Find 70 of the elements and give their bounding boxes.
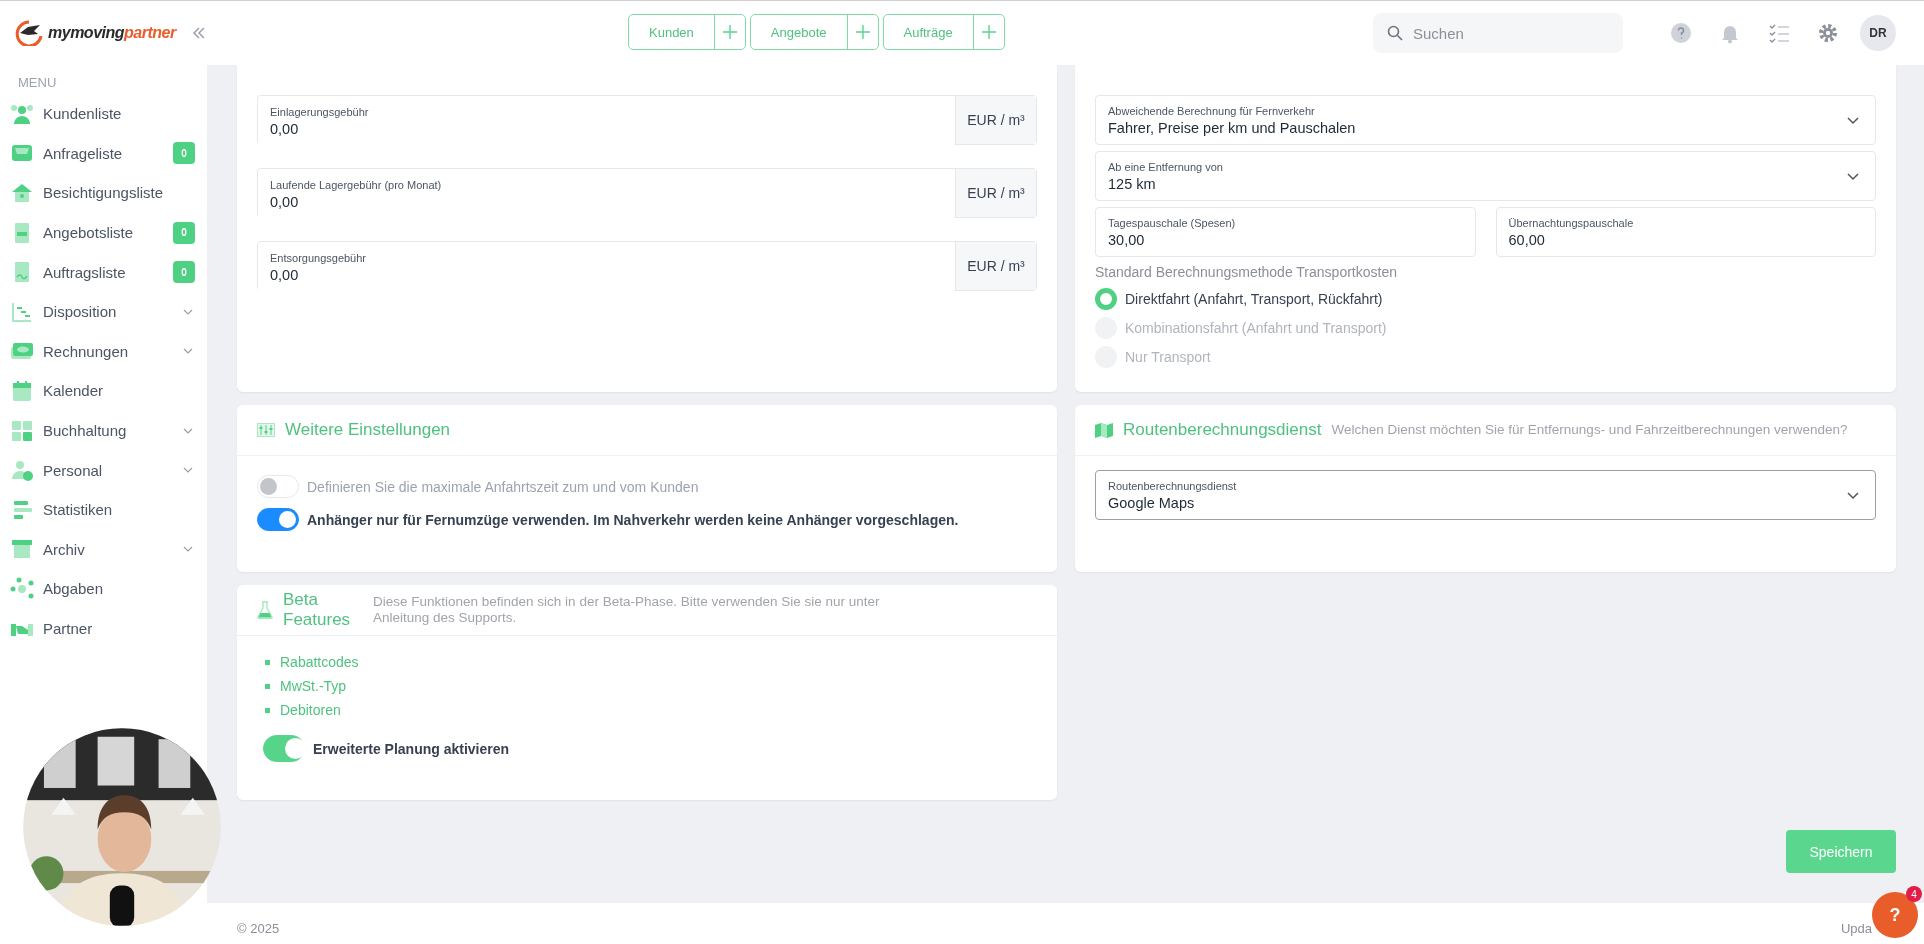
sidebar-item[interactable]: Auftragsliste 0	[9, 252, 197, 292]
chevron-down-icon	[1847, 492, 1859, 500]
settings-icon[interactable]	[1817, 22, 1839, 44]
select-field[interactable]: Ab eine Entfernung von 125 km	[1095, 151, 1876, 201]
input-field[interactable]: Tagespauschale (Spesen) 30,00	[1095, 207, 1476, 257]
toggle-label: Erweiterte Planung aktivieren	[313, 740, 510, 757]
method-heading: Standard Berechnungsmethode Transportkosten	[1095, 264, 1398, 280]
count-badge: 0	[173, 221, 195, 244]
toggle-switch[interactable]	[257, 508, 299, 531]
chevron-down-icon	[1847, 117, 1859, 125]
radio-label: Nur Transport	[1125, 348, 1211, 365]
copyright-text: © 2025	[237, 921, 280, 936]
toggle-label: Anhänger nur für Fernumzüge verwenden. Im Nahverkehr werden keine Anhänger vorgeschlagen.	[307, 511, 959, 528]
menu-heading: MENU	[18, 75, 58, 90]
footer-text: Upda	[1840, 921, 1872, 936]
sidebar-item[interactable]: Disposition	[9, 291, 197, 332]
card-description: Diese Funktionen befinden sich in der Beta-Phase. Bitte verwenden Sie sie nur unter Anleitung des Supports.	[373, 594, 881, 626]
sidebar-item[interactable]: Besichtigungsliste	[9, 173, 197, 213]
sidebar-item[interactable]: Kundenliste	[9, 94, 197, 134]
checklist-icon[interactable]	[1768, 22, 1790, 44]
select-field[interactable]: Abweichende Berechnung für Fernverkehr Fahrer, Preise per km und Pauschalen	[1095, 95, 1876, 145]
map-icon	[1095, 422, 1113, 438]
sidebar-item[interactable]: Anfrageliste 0	[9, 133, 197, 174]
count-badge: 0	[173, 261, 195, 284]
input-field[interactable]: Einlagerungsgebühr 0,00	[258, 96, 955, 146]
notification-badge: 4	[1906, 886, 1922, 902]
card-description: Welchen Dienst möchten Sie für Entfernungs- und Fahrzeitberechnungen verwenden?	[1331, 422, 1848, 438]
sidebar-item[interactable]: Kalender	[9, 371, 197, 411]
sliders-icon	[257, 423, 275, 437]
input-field[interactable]: Übernachtungspauschale 60,00	[1495, 207, 1876, 257]
network-icon	[9, 576, 35, 601]
bullet-icon	[265, 683, 270, 689]
sidebar-item[interactable]: Angebotsliste 0	[9, 212, 197, 253]
collapse-icon[interactable]	[191, 26, 206, 40]
bullet-icon	[265, 659, 270, 665]
card-title: Weitere Einstellungen	[285, 420, 451, 440]
plus-icon	[854, 24, 871, 40]
bullet-icon	[265, 707, 270, 713]
help-icon[interactable]	[1670, 22, 1692, 44]
user-avatar[interactable]: DR	[1860, 15, 1896, 51]
unit-addon: EUR / m³	[955, 242, 1036, 290]
person-clock-icon	[9, 458, 35, 483]
radio-label: Direktfahrt (Anfahrt, Transport, Rückfahrt)	[1125, 290, 1383, 307]
plus-icon	[721, 24, 738, 40]
sidebar-item[interactable]: Personal	[9, 450, 197, 490]
radio-label: Kombinationsfahrt (Anfahrt und Transport)	[1125, 319, 1387, 336]
sidebar-item[interactable]: Archiv	[9, 529, 197, 570]
unit-addon: EUR / m³	[955, 169, 1036, 217]
sidebar-item[interactable]: Statistiken	[9, 489, 197, 530]
card-title: Beta Features	[283, 590, 352, 630]
search-field[interactable]: Suchen	[1373, 13, 1623, 53]
unit-addon: EUR / m³	[955, 96, 1036, 144]
chevron-down-icon	[1847, 173, 1859, 181]
radio-button[interactable]	[1095, 287, 1117, 310]
plus-icon	[980, 24, 997, 40]
select-field[interactable]: Routenberechnungsdienst Google Maps	[1095, 470, 1876, 520]
logo-text: mymovingpartner	[48, 24, 176, 42]
toggle-label: Definieren Sie die maximale Anfahrtszeit zum und vom Kunden	[307, 478, 699, 495]
flask-icon	[257, 601, 273, 619]
input-field[interactable]: Entsorgungsgebühr 0,00	[258, 242, 955, 292]
toggle-switch[interactable]	[263, 735, 305, 762]
card-title: Routenberechnungsdienst	[1123, 420, 1322, 440]
sidebar-item[interactable]: Partner	[9, 608, 197, 649]
input-field[interactable]: Laufende Lagergebühr (pro Monat) 0,00	[258, 169, 955, 219]
calculator-icon	[9, 418, 35, 443]
sidebar-item[interactable]: Buchhaltung	[9, 410, 197, 451]
logo-icon	[14, 20, 44, 46]
sidebar-item[interactable]: Abgaben	[9, 569, 197, 609]
count-badge: 0	[173, 142, 195, 165]
sidebar-item[interactable]: Rechnungen	[9, 331, 197, 372]
